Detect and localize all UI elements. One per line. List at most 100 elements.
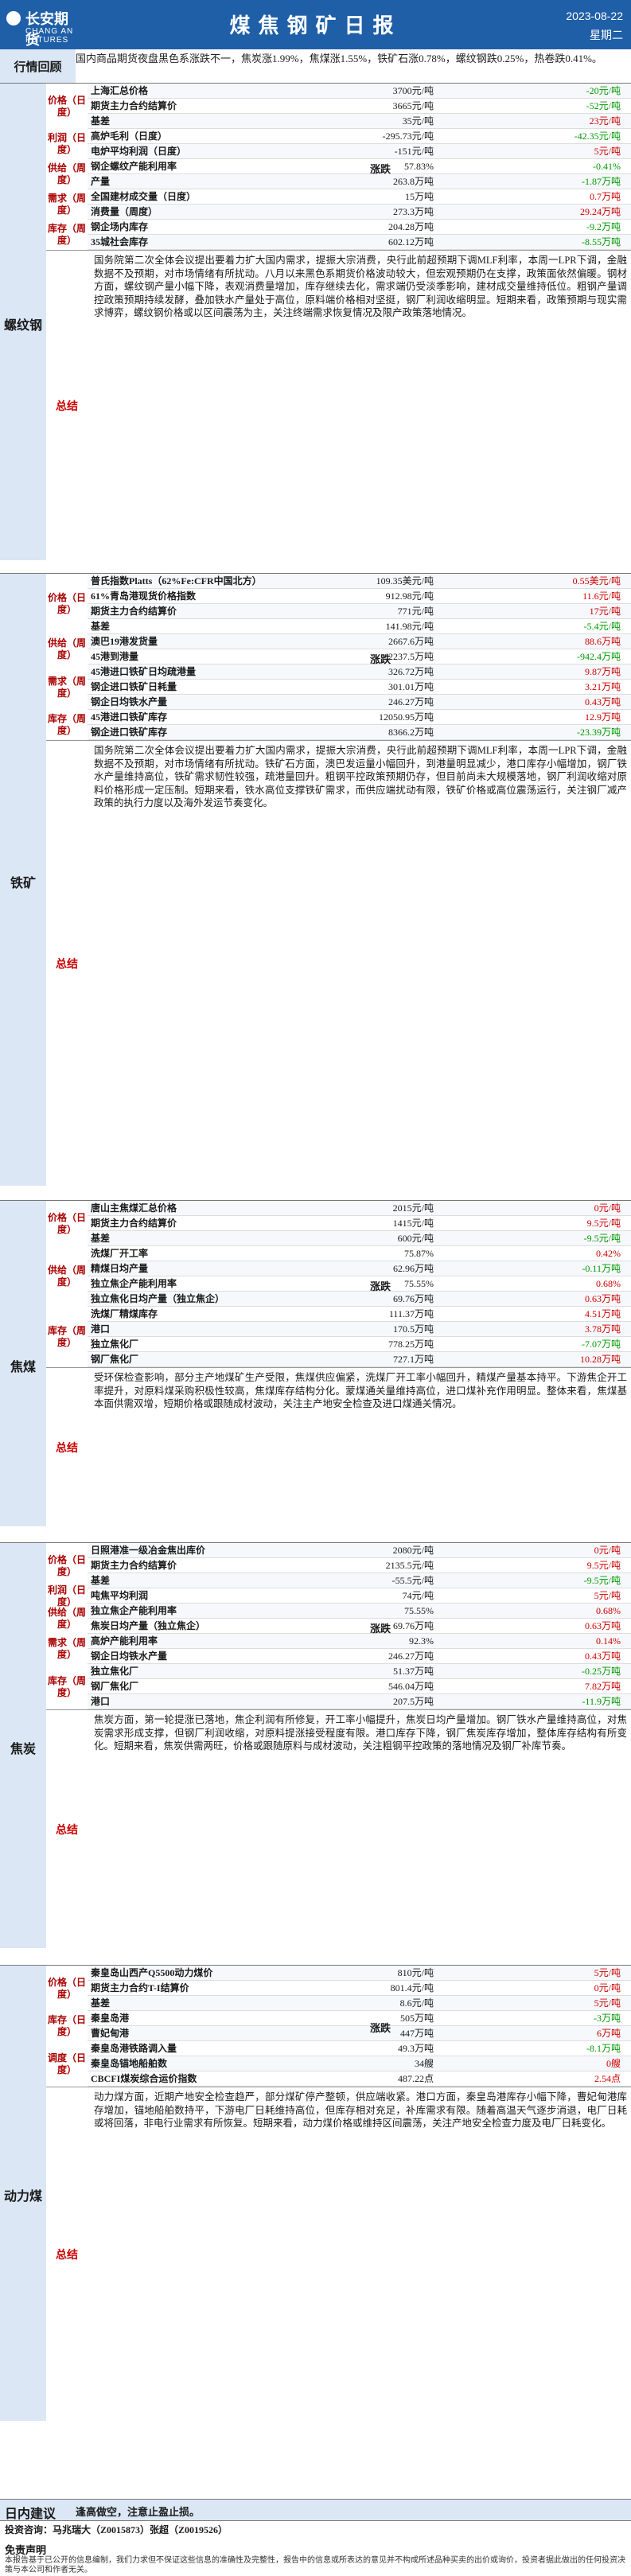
- row-change: -942.4万吨: [577, 651, 621, 662]
- table-row: 吨焦平均利润 74元/吨 5元/吨: [88, 1588, 631, 1604]
- row-change: -9.5元/吨: [583, 1575, 621, 1586]
- row-value: -151元/吨: [394, 146, 434, 157]
- table-row: 普氏指数Platts（62%Fe:CFR中国北方） 109.35美元/吨 0.55美…: [88, 574, 631, 589]
- table-row: 45港进口铁矿库存 12050.95万吨 12.9万吨: [88, 710, 631, 725]
- iron-group-label: 价格（日度）: [47, 592, 86, 615]
- row-value: 204.28万吨: [388, 221, 434, 232]
- table-row: 洗煤厂精煤库存 111.37万吨 4.51万吨: [88, 1307, 631, 1322]
- row-label: 全国建材成交量（日度）: [91, 191, 197, 202]
- row-value: 273.3万吨: [392, 206, 434, 217]
- table-row: 61%青岛港现货价格指数 912.98元/吨 11.6元/吨: [88, 589, 631, 604]
- market-review-label: 行情回顾: [0, 49, 76, 83]
- table-row: 钢厂焦化厂 727.1万吨 10.28万吨: [88, 1352, 631, 1367]
- table-row: 日照港准一级冶金焦出库价 2080元/吨 0元/吨: [88, 1543, 631, 1558]
- row-label: 钢企螺纹产能利用率: [91, 161, 177, 172]
- row-change: 0.68%: [596, 1278, 621, 1289]
- row-change: 2.54点: [594, 2073, 621, 2084]
- coal-group-label: 利润（日度）: [47, 1584, 86, 1608]
- table-row: 钢企进口铁矿日耗量 301.01万吨 3.21万吨: [88, 680, 631, 695]
- table-row: 秦皇岛锚地船舶数 34艘 0艘: [88, 2056, 631, 2071]
- thermal-section: 动力煤 价格（日度） 库存（日度） 调度（日度） 秦皇岛山西产Q5500动力煤价 810元…: [0, 1965, 631, 2421]
- thermal-group-label: 库存（日度）: [47, 2014, 86, 2037]
- row-label: 独立焦化日均产量（独立焦企）: [91, 1293, 225, 1304]
- row-change: 9.5元/吨: [586, 1218, 621, 1229]
- row-label: 独立焦化厂: [91, 1339, 139, 1350]
- row-value: 34艘: [414, 2058, 434, 2069]
- iron-group-label: 库存（周度）: [47, 713, 86, 736]
- rebar-group-label: 价格（日度）: [47, 94, 86, 118]
- row-label: 港口: [91, 1323, 111, 1335]
- coal-section-label: 焦炭: [10, 1742, 36, 1756]
- row-value: 35元/吨: [402, 115, 434, 127]
- row-value: 2135.5元/吨: [385, 1560, 434, 1571]
- thermal-section-label: 动力煤: [3, 2190, 42, 2204]
- iron-summary-text: 国务院第二次全体会议提出要着力扩大国内需求，提振大宗消费，央行此前超预期下调ML…: [94, 745, 627, 809]
- row-value: 326.72万吨: [388, 666, 434, 677]
- row-label: 钢企场内库存: [91, 221, 149, 232]
- row-change: -8.1万吨: [586, 2043, 621, 2054]
- row-label: 秦皇岛锚地船舶数: [91, 2058, 168, 2069]
- row-label: 钢企进口铁矿库存: [91, 727, 168, 738]
- row-label: CBCFI煤炭综合运价指数: [91, 2073, 197, 2084]
- row-value: 778.25万吨: [388, 1339, 434, 1350]
- coke-group-label: 库存（周度）: [47, 1325, 86, 1348]
- table-row: 秦皇岛港铁路调入量 49.3万吨 -8.1万吨: [88, 2041, 631, 2056]
- row-label: 期货主力合约结算价: [91, 1218, 177, 1229]
- row-change: 0.55美元/吨: [572, 575, 621, 587]
- table-row: 全国建材成交量（日度） 15万吨 0.7万吨: [88, 189, 631, 205]
- rebar-group-label: 需求（周度）: [47, 193, 86, 216]
- row-value: 12050.95万吨: [378, 711, 434, 723]
- coal-section: 焦炭 价格（日度） 利润（日度） 供给（周度） 需求（周度） 库存（周度） 日照港准一级冶金…: [0, 1542, 631, 1948]
- table-row: 期货主力合约T-I结算价 801.4元/吨 0元/吨: [88, 1981, 631, 1996]
- row-label: 洗煤厂开工率: [91, 1248, 149, 1259]
- row-value: 246.27万吨: [388, 696, 434, 707]
- row-change: 0.42%: [596, 1248, 621, 1259]
- table-row: 期货主力合约结算价 1415元/吨 9.5元/吨: [88, 1216, 631, 1231]
- table-row: 澳巴19港发货量 2667.6万吨 88.6万吨: [88, 634, 631, 649]
- row-label: 基差: [91, 621, 111, 632]
- rebar-section: 螺纹钢 价格（日度） 利润（日度） 供给（周度） 需求（周度） 库存（周度） 上海汇总价格 3…: [0, 83, 631, 560]
- thermal-trend-label: 涨跌: [369, 2022, 391, 2034]
- row-value: 2015元/吨: [392, 1202, 434, 1214]
- rebar-trend-label: 涨跌: [369, 162, 391, 175]
- row-label: 独立焦化厂: [91, 1666, 139, 1677]
- table-row: 基差 8.6元/吨 5元/吨: [88, 1996, 631, 2011]
- row-change: 0艘: [606, 2058, 621, 2069]
- row-label: 高炉产能利用率: [91, 1635, 158, 1647]
- row-value: 246.27万吨: [388, 1650, 434, 1662]
- row-value: 263.8万吨: [392, 176, 434, 187]
- table-row: 基差 35元/吨 23元/吨: [88, 114, 631, 129]
- row-label: 产量: [91, 176, 111, 187]
- row-change: 0.68%: [596, 1605, 621, 1616]
- row-change: -0.25万吨: [582, 1666, 621, 1677]
- row-label: 45港进口铁矿库存: [91, 711, 168, 723]
- row-label: 期货主力合约结算价: [91, 1560, 177, 1571]
- row-change: 0元/吨: [594, 1545, 621, 1556]
- row-change: 17元/吨: [589, 606, 621, 617]
- row-value: 111.37万吨: [388, 1308, 434, 1319]
- table-row: 基差 141.98元/吨 -5.4元/吨: [88, 619, 631, 634]
- intraday-advice: 日内建议 逢高做空，注意止盈止损。: [0, 2499, 631, 2521]
- row-value: 602.12万吨: [388, 236, 434, 247]
- coke-summary: 总结 受环保检查影响，部分主产地煤矿生产受限，焦煤供应偏紧，洗煤厂开工率小幅回升，…: [46, 1367, 631, 1527]
- thermal-group-label: 调度（日度）: [47, 2052, 86, 2075]
- row-label: 精煤日均产量: [91, 1263, 149, 1274]
- thermal-summary: 总结 动力煤方面，近期产地安全检查趋严，部分煤矿停产整顿，供应端收紧。港口方面，秦…: [46, 2087, 631, 2422]
- table-row: 秦皇岛山西产Q5500动力煤价 810元/吨 5元/吨: [88, 1966, 631, 1981]
- row-change: 3.78万吨: [584, 1323, 621, 1335]
- table-row: 独立焦化厂 778.25万吨 -7.07万吨: [88, 1337, 631, 1352]
- row-change: 0.7万吨: [589, 191, 621, 202]
- row-change: -11.9万吨: [582, 1696, 621, 1707]
- disclaimer-title: 免责声明: [5, 2544, 47, 2556]
- row-label: 基差: [91, 115, 111, 127]
- iron-group-label: 需求（周度）: [47, 675, 86, 699]
- table-row: 基差 600元/吨 -9.5元/吨: [88, 1231, 631, 1246]
- market-review: 行情回顾 国内商品期货夜盘黑色系涨跌不一，焦炭涨1.99%，焦煤涨1.55%，铁…: [0, 49, 631, 84]
- row-change: 23元/吨: [589, 115, 621, 127]
- row-change: 9.5元/吨: [586, 1560, 621, 1571]
- iron-section: 铁矿 价格（日度） 供给（周度） 需求（周度） 库存（周度） 普氏指数Platts（62%…: [0, 573, 631, 1186]
- row-label: 秦皇岛山西产Q5500动力煤价: [91, 1967, 213, 1978]
- row-label: 期货主力合约T-I结算价: [91, 1982, 189, 1993]
- row-value: 801.4元/吨: [390, 1982, 434, 1993]
- report-date: 2023-08-22: [566, 10, 623, 22]
